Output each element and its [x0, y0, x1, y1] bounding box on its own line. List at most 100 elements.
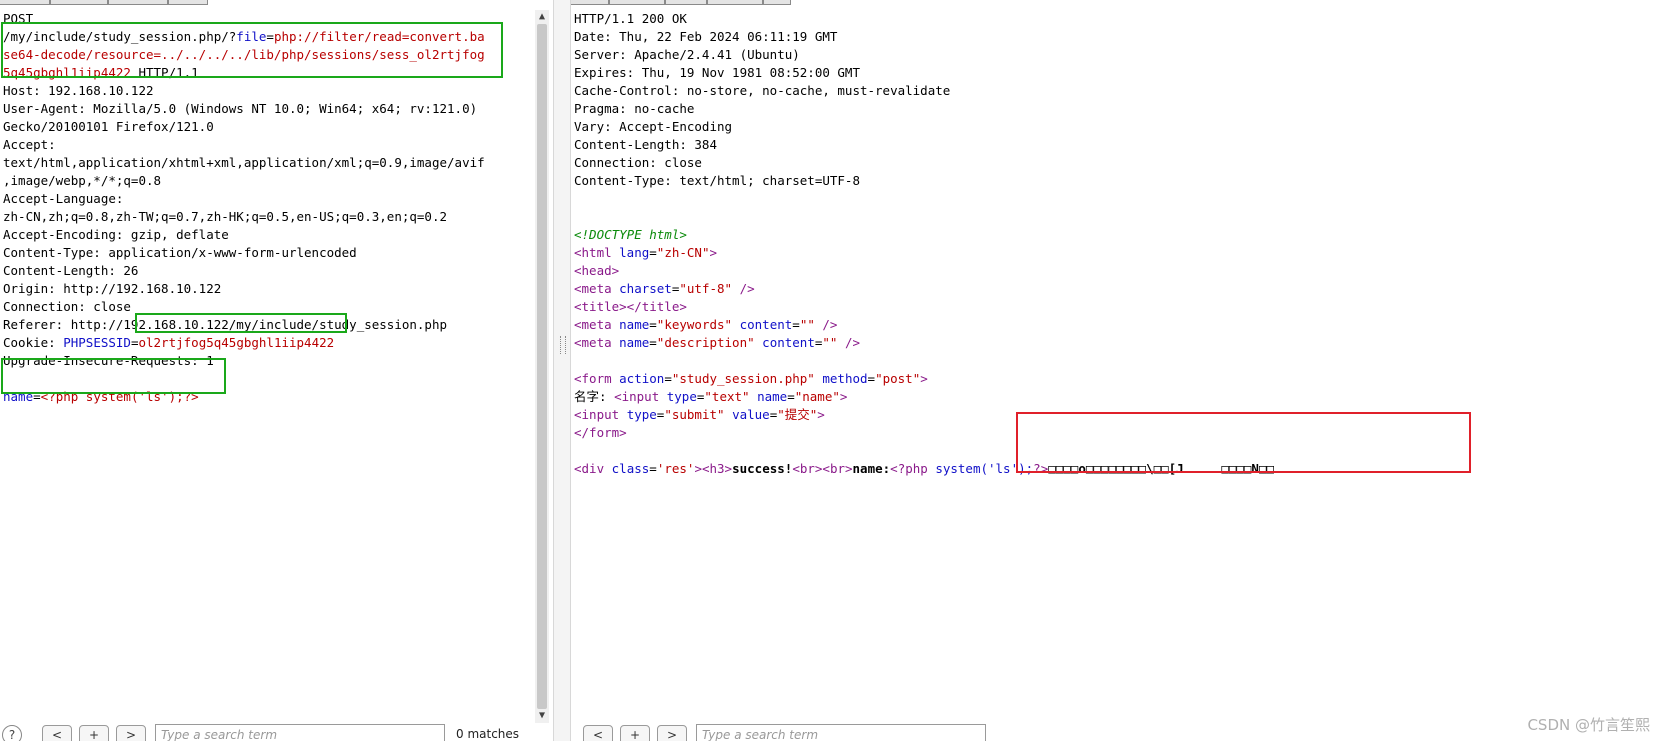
- add-button[interactable]: +: [620, 725, 650, 741]
- response-search-input[interactable]: Type a search term: [696, 724, 986, 741]
- code-token: =: [787, 389, 795, 404]
- splitter-grip[interactable]: [560, 336, 566, 354]
- code-token: Pragma: no-cache: [574, 101, 695, 116]
- request-scrollbar[interactable]: ▲ ▼: [535, 10, 549, 723]
- code-token: "description": [656, 335, 755, 350]
- code-token: <!DOCTYPE html>: [574, 227, 687, 242]
- code-line: <html lang="zh-CN">: [574, 244, 1274, 262]
- code-token: Accept:: [3, 137, 56, 152]
- code-token: Expires: Thu, 19 Nov 1981 08:52:00 GMT: [574, 65, 860, 80]
- scroll-down-arrow-icon[interactable]: ▼: [535, 709, 549, 723]
- code-token: <title></title>: [574, 299, 687, 314]
- code-line: zh-CN,zh;q=0.8,zh-TW;q=0.7,zh-HK;q=0.5,e…: [3, 208, 485, 226]
- code-token: content: [754, 335, 815, 350]
- response-tab-strip: [571, 0, 1664, 5]
- help-icon[interactable]: ?: [2, 725, 22, 741]
- code-token: =: [664, 371, 672, 386]
- code-token: Cookie:: [3, 335, 64, 350]
- add-button[interactable]: +: [79, 725, 109, 741]
- response-editor[interactable]: HTTP/1.1 200 OK Date: Thu, 22 Feb 2024 06…: [574, 10, 1274, 478]
- code-token: User-Agent: Mozilla/5.0 (Windows NT 10.0…: [3, 101, 478, 116]
- next-match-button[interactable]: >: [116, 725, 146, 741]
- code-line: Origin: http://192.168.10.122: [3, 280, 485, 298]
- code-token: success!: [732, 461, 793, 476]
- code-token: <meta: [574, 281, 620, 296]
- code-line: Pragma: no-cache: [574, 100, 1274, 118]
- code-token: "utf-8": [679, 281, 733, 296]
- code-token: type: [626, 407, 657, 422]
- scroll-thumb[interactable]: [537, 24, 547, 709]
- code-line: Server: Apache/2.4.41 (Ubuntu): [574, 46, 1274, 64]
- code-token: type: [666, 389, 697, 404]
- code-token: ><h3>: [694, 461, 733, 476]
- pane-splitter[interactable]: [553, 0, 571, 741]
- code-token: "post": [875, 371, 921, 386]
- code-token: ,image/webp,*/*;q=0.8: [3, 173, 162, 188]
- code-line: Content-Length: 26: [3, 262, 485, 280]
- code-token: =: [649, 335, 657, 350]
- code-token: "提交": [777, 407, 818, 422]
- scroll-up-arrow-icon[interactable]: ▲: [535, 10, 549, 24]
- code-token: text/html,application/xhtml+xml,applicat…: [3, 155, 485, 170]
- match-count: 0 matches: [456, 727, 520, 741]
- previous-match-button[interactable]: <: [42, 725, 72, 741]
- code-line: Cache-Control: no-store, no-cache, must-…: [574, 82, 1274, 100]
- code-token: =: [792, 317, 800, 332]
- code-line: <form action="study_session.php" method=…: [574, 370, 1274, 388]
- code-line: Content-Type: text/html; charset=UTF-8: [574, 172, 1274, 190]
- response-tab[interactable]: [609, 0, 665, 5]
- code-token: <input: [614, 389, 667, 404]
- code-line: text/html,application/xhtml+xml,applicat…: [3, 154, 485, 172]
- code-token: <meta: [574, 335, 620, 350]
- code-line: Accept-Language:: [3, 190, 485, 208]
- code-token: HTTP/1.1 200 OK: [574, 11, 687, 26]
- code-line: ,image/webp,*/*;q=0.8: [3, 172, 485, 190]
- code-line: HTTP/1.1 200 OK: [574, 10, 1274, 28]
- code-token: Cache-Control: no-store, no-cache, must-…: [574, 83, 951, 98]
- request-search-input[interactable]: Type a search term: [155, 724, 445, 741]
- response-tab[interactable]: [571, 0, 609, 5]
- highlight-box-output: [1016, 412, 1471, 473]
- code-line: Content-Length: 384: [574, 136, 1274, 154]
- request-tab-strip: [0, 0, 553, 5]
- code-line: 名字: <input type="text" name="name">: [574, 388, 1274, 406]
- code-token: zh-CN,zh;q=0.8,zh-TW;q=0.7,zh-HK;q=0.5,e…: [3, 209, 448, 224]
- code-token: <html: [574, 245, 620, 260]
- code-line: Vary: Accept-Encoding: [574, 118, 1274, 136]
- code-line: Expires: Thu, 19 Nov 1981 08:52:00 GMT: [574, 64, 1274, 82]
- request-tab[interactable]: [168, 0, 208, 5]
- code-line: Accept:: [3, 136, 485, 154]
- code-token: 'res': [656, 461, 695, 476]
- code-token: charset: [619, 281, 672, 296]
- response-tab[interactable]: [763, 0, 791, 5]
- code-token: Vary: Accept-Encoding: [574, 119, 733, 134]
- code-token: Content-Type: application/x-www-form-url…: [3, 245, 357, 260]
- code-token: value: [724, 407, 770, 422]
- request-tab[interactable]: [50, 0, 108, 5]
- code-token: />: [732, 281, 755, 296]
- previous-match-button[interactable]: <: [583, 725, 613, 741]
- response-tab[interactable]: [665, 0, 707, 5]
- code-token: "zh-CN": [656, 245, 710, 260]
- code-token: "study_session.php": [671, 371, 815, 386]
- highlight-box-file-param: [1, 22, 503, 78]
- code-token: name: [619, 335, 650, 350]
- code-token: Content-Type: text/html; charset=UTF-8: [574, 173, 860, 188]
- code-token: <head>: [574, 263, 620, 278]
- code-token: name:: [852, 461, 891, 476]
- response-tab[interactable]: [707, 0, 763, 5]
- code-token: =: [649, 317, 657, 332]
- request-tab[interactable]: [108, 0, 168, 5]
- code-token: <?php: [890, 461, 936, 476]
- code-token: content: [732, 317, 793, 332]
- request-tab[interactable]: [0, 0, 50, 5]
- code-token: <form: [574, 371, 620, 386]
- code-token: =: [649, 245, 657, 260]
- request-search-bar: ? < + > Type a search term 0 matches: [0, 723, 553, 741]
- request-pane: POST/my/include/study_session.php/?file=…: [0, 0, 553, 741]
- next-match-button[interactable]: >: [657, 725, 687, 741]
- highlight-box-session-id: [135, 313, 347, 333]
- code-line: <title></title>: [574, 298, 1274, 316]
- code-token: <input: [574, 407, 627, 422]
- code-token: "": [799, 317, 815, 332]
